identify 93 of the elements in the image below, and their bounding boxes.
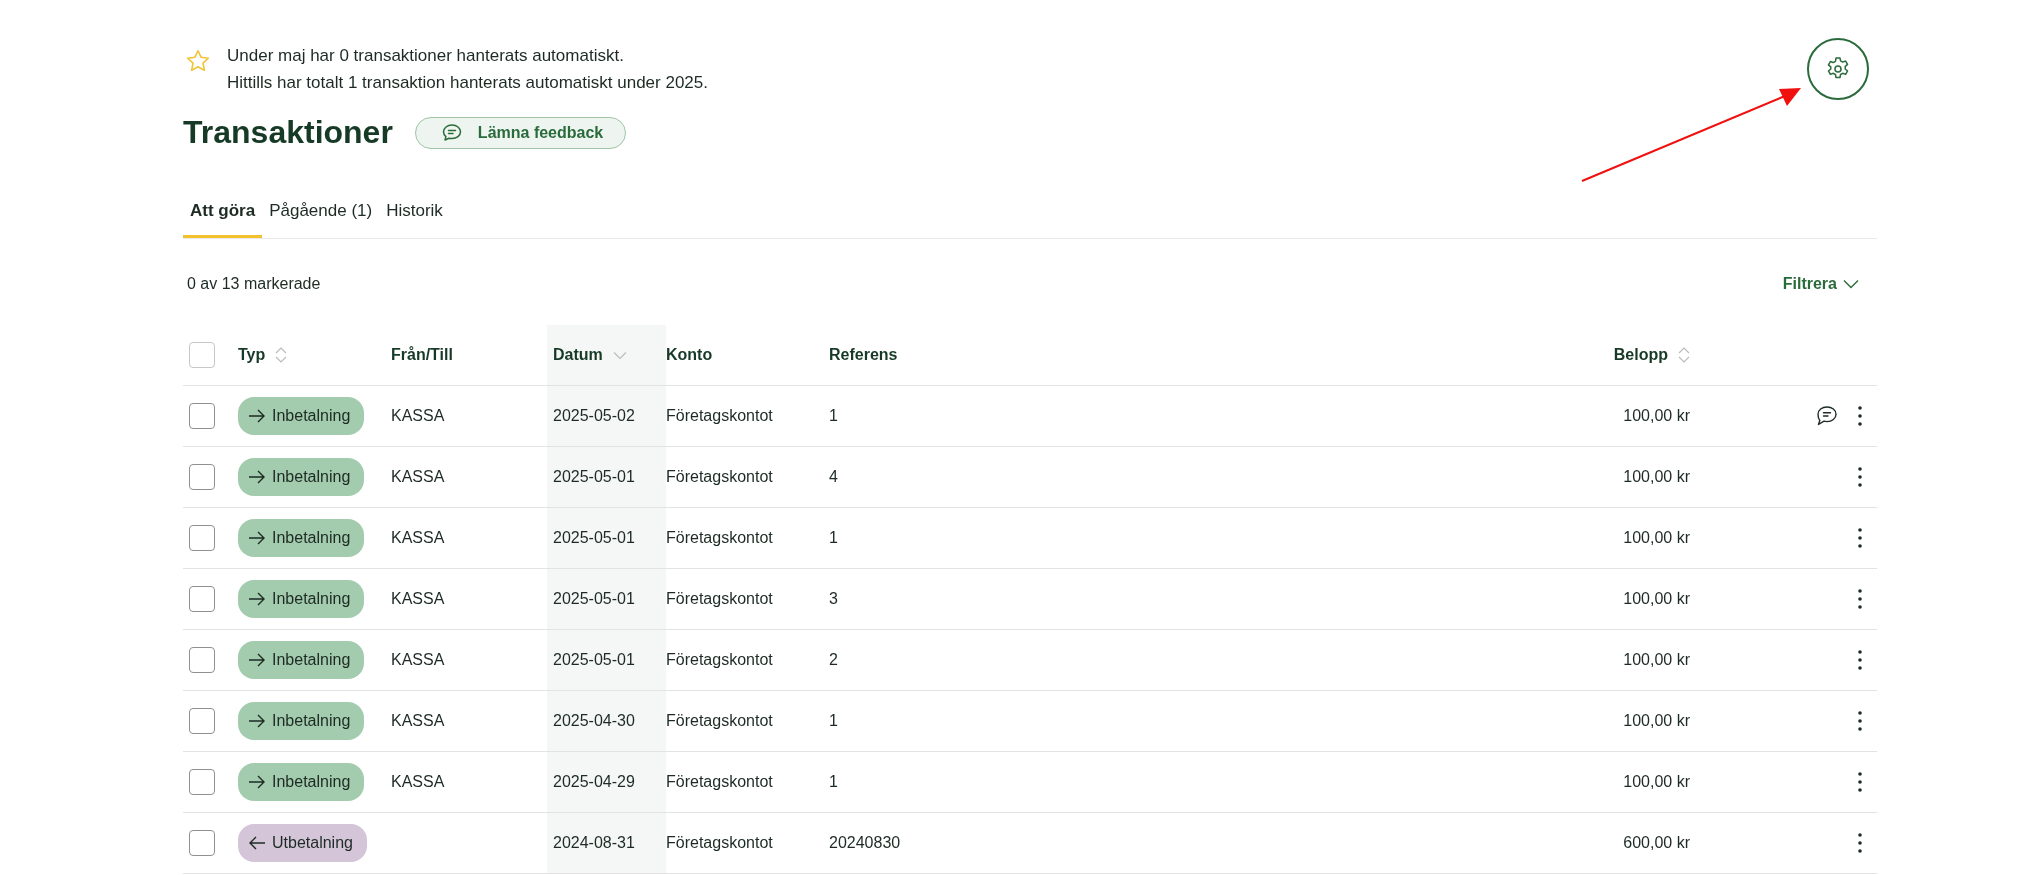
notice-text: Hittills har totalt 1 transaktion hanterats automatiskt under 2025. — [227, 72, 708, 94]
table-cell: 1 — [829, 407, 838, 425]
table-cell: Företagskontot — [666, 834, 773, 852]
row-checkbox[interactable] — [189, 769, 215, 795]
type-label: Utbetalning — [272, 834, 353, 852]
table-cell: KASSA — [391, 407, 445, 425]
more-options-icon[interactable] — [1857, 588, 1863, 610]
table-cell: KASSA — [391, 529, 445, 547]
table-cell: 100,00 kr — [1623, 590, 1690, 608]
table-cell: 100,00 kr — [1623, 529, 1690, 547]
table-cell: 2025-05-01 — [553, 651, 635, 669]
page-title: Transaktioner — [183, 114, 393, 151]
table-cell: 2025-05-02 — [553, 407, 635, 425]
table-cell: 4 — [829, 468, 838, 486]
table-cell: 100,00 kr — [1623, 468, 1690, 486]
row-checkbox[interactable] — [189, 525, 215, 551]
type-label: Inbetalning — [272, 712, 351, 730]
sort-icon[interactable] — [1678, 346, 1690, 364]
table-cell: KASSA — [391, 712, 445, 730]
arrow-left-icon — [248, 836, 266, 850]
table-cell: Företagskontot — [666, 407, 773, 425]
table-cell: 2024-08-31 — [553, 834, 635, 852]
table-cell: Företagskontot — [666, 590, 773, 608]
table-cell: Företagskontot — [666, 773, 773, 791]
more-options-icon[interactable] — [1857, 710, 1863, 732]
table-cell: 100,00 kr — [1623, 773, 1690, 791]
selection-count: 0 av 13 markerade — [187, 275, 321, 293]
row-checkbox[interactable] — [189, 586, 215, 612]
select-all-checkbox[interactable] — [189, 342, 215, 368]
chevron-down-icon — [1843, 279, 1859, 289]
table-cell: 100,00 kr — [1623, 712, 1690, 730]
type-label: Inbetalning — [272, 651, 351, 669]
column-header[interactable]: Konto — [666, 346, 713, 364]
column-header[interactable]: Typ — [238, 346, 266, 364]
table-cell: 1 — [829, 712, 838, 730]
table-cell: 1 — [829, 529, 838, 547]
tab[interactable]: Historik — [379, 191, 450, 238]
table-cell: 20240830 — [829, 834, 901, 852]
arrow-right-icon — [248, 714, 266, 728]
table-cell: 100,00 kr — [1623, 651, 1690, 669]
table-cell: Företagskontot — [666, 529, 773, 547]
type-label: Inbetalning — [272, 468, 351, 486]
comment-icon[interactable] — [1815, 405, 1839, 427]
tab[interactable]: Pågående (1) — [262, 191, 380, 238]
arrow-right-icon — [248, 531, 266, 545]
table-cell: KASSA — [391, 773, 445, 791]
sort-descending-icon[interactable] — [612, 350, 627, 360]
arrow-right-icon — [248, 775, 266, 789]
table-cell: KASSA — [391, 468, 445, 486]
column-header[interactable]: Från/Till — [391, 346, 453, 364]
table-cell: 2025-05-01 — [553, 529, 635, 547]
arrow-right-icon — [248, 470, 266, 484]
more-options-icon[interactable] — [1857, 405, 1863, 427]
row-checkbox[interactable] — [189, 708, 215, 734]
notice-text: Under maj har 0 transaktioner hanterats automatiskt. — [227, 45, 625, 67]
table-cell: 2 — [829, 651, 838, 669]
more-options-icon[interactable] — [1857, 527, 1863, 549]
arrow-right-icon — [248, 409, 266, 423]
table-cell: Företagskontot — [666, 712, 773, 730]
more-options-icon[interactable] — [1857, 832, 1863, 854]
row-checkbox[interactable] — [189, 830, 215, 856]
row-checkbox[interactable] — [189, 647, 215, 673]
row-checkbox[interactable] — [189, 464, 215, 490]
arrow-right-icon — [248, 653, 266, 667]
type-label: Inbetalning — [272, 407, 351, 425]
tab[interactable]: Att göra — [183, 191, 263, 238]
more-options-icon[interactable] — [1857, 771, 1863, 793]
table-cell: 100,00 kr — [1623, 407, 1690, 425]
table-cell: 1 — [829, 773, 838, 791]
table-cell: KASSA — [391, 651, 445, 669]
table-cell: 2025-04-29 — [553, 773, 635, 791]
more-options-icon[interactable] — [1857, 466, 1863, 488]
star-icon — [185, 48, 211, 74]
table-cell: Företagskontot — [666, 468, 773, 486]
sort-icon[interactable] — [275, 346, 288, 364]
table-cell: KASSA — [391, 590, 445, 608]
row-checkbox[interactable] — [189, 403, 215, 429]
table-cell: 2025-05-01 — [553, 590, 635, 608]
column-header[interactable]: Belopp — [1613, 346, 1668, 364]
column-header[interactable]: Datum — [553, 346, 603, 364]
type-label: Inbetalning — [272, 773, 351, 791]
table-cell: 3 — [829, 590, 838, 608]
arrow-right-icon — [248, 592, 266, 606]
feedback-button[interactable]: Lämna feedback — [414, 116, 627, 149]
table-cell: 600,00 kr — [1623, 834, 1690, 852]
table-cell: 2025-04-30 — [553, 712, 635, 730]
table-cell: Företagskontot — [666, 651, 773, 669]
column-header[interactable]: Referens — [829, 346, 898, 364]
type-label: Inbetalning — [272, 529, 351, 547]
more-options-icon[interactable] — [1857, 649, 1863, 671]
table-cell: 2025-05-01 — [553, 468, 635, 486]
type-label: Inbetalning — [272, 590, 351, 608]
filter-button[interactable]: Filtrera — [1776, 274, 1865, 294]
